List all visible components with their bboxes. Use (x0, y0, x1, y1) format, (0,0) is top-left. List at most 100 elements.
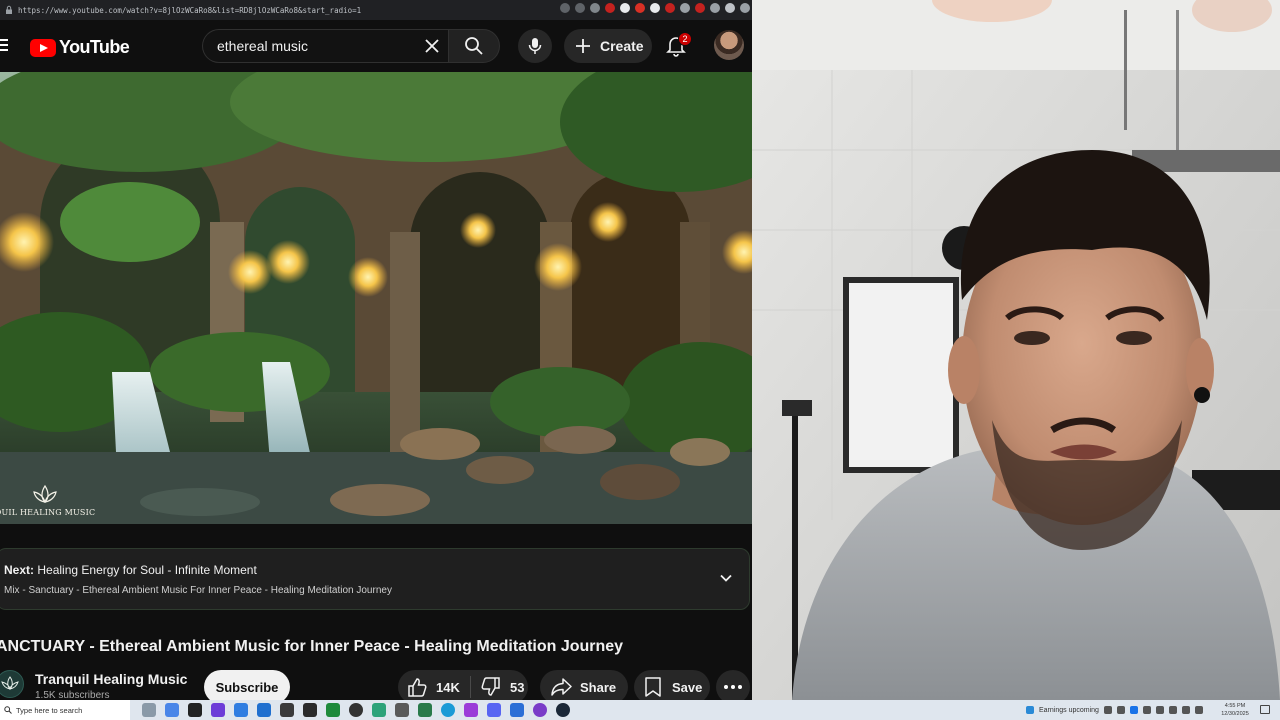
youtube-header: YouTube ethereal music Create 2 (0, 20, 752, 72)
star-icon[interactable] (590, 3, 600, 13)
hamburger-menu-icon[interactable] (0, 39, 8, 51)
youtube-play-icon (30, 38, 56, 57)
chevron-down-icon[interactable] (719, 571, 733, 585)
share-button[interactable]: Share (540, 670, 628, 700)
up-next-label: Next: (4, 563, 35, 577)
app-icon[interactable] (464, 703, 478, 717)
extension-icon[interactable] (710, 3, 720, 13)
clock-date: 12/30/2025 (1221, 711, 1249, 717)
notification-center-icon[interactable] (1260, 705, 1270, 714)
thumbs-up-icon (408, 678, 427, 697)
tray-app-icon[interactable] (1142, 706, 1151, 714)
system-tray: Earnings upcoming (1026, 700, 1203, 720)
divider (470, 676, 471, 698)
bookmark-icon (645, 677, 661, 697)
extension-icon[interactable] (575, 3, 585, 13)
profile-icon[interactable] (725, 3, 735, 13)
extension-icon[interactable] (605, 3, 615, 13)
dot-icon (738, 685, 742, 689)
account-avatar[interactable] (714, 30, 744, 60)
search-input[interactable]: ethereal music (202, 29, 448, 63)
app-icon[interactable] (418, 703, 432, 717)
share-label: Share (580, 679, 617, 695)
tray-app-icon[interactable] (1116, 706, 1125, 714)
tray-app-icon[interactable] (1168, 706, 1177, 714)
search-query[interactable]: ethereal music (217, 38, 308, 54)
volume-icon[interactable] (1194, 706, 1203, 714)
lotus-logo-icon (33, 484, 57, 503)
extension-icon[interactable] (650, 3, 660, 13)
channel-avatar[interactable] (0, 670, 24, 698)
channel-name[interactable]: Tranquil Healing Music (35, 671, 187, 687)
subscribe-button[interactable]: Subscribe (204, 670, 290, 700)
extension-icon[interactable] (635, 3, 645, 13)
video-player[interactable]: QUIL HEALING MUSIC (0, 72, 752, 524)
network-icon[interactable] (1181, 706, 1190, 714)
watermark-text: QUIL HEALING MUSIC (0, 508, 96, 517)
taskbar-search-input[interactable]: Type here to search (0, 700, 130, 720)
up-next-playlist: Mix - Sanctuary - Ethereal Ambient Music… (4, 585, 392, 596)
save-label: Save (672, 679, 703, 695)
app-icon[interactable] (280, 703, 294, 717)
dislike-count: 53 (510, 679, 525, 695)
extension-icon[interactable] (620, 3, 630, 13)
channel-row: Tranquil Healing Music 1.5K subscribers … (0, 668, 752, 700)
logo-text: YouTube (59, 37, 130, 57)
up-next-line: Next: Healing Energy for Soul - Infinite… (4, 563, 257, 577)
voice-search-button[interactable] (518, 29, 552, 63)
extension-icon[interactable] (680, 3, 690, 13)
app-icon[interactable] (533, 703, 547, 717)
chrome-icon[interactable] (349, 703, 363, 717)
taskbar-apps (142, 703, 570, 717)
up-next-title[interactable]: Healing Energy for Soul - Infinite Momen… (37, 563, 256, 577)
notifications-button[interactable]: 2 (664, 32, 692, 59)
video-frame-image (0, 72, 752, 524)
youtube-logo[interactable]: YouTube (30, 37, 130, 58)
menu-icon[interactable] (740, 3, 750, 13)
share-icon (551, 678, 572, 696)
steam-icon[interactable] (556, 703, 570, 717)
app-icon[interactable] (303, 703, 317, 717)
address-bar[interactable]: https://www.youtube.com/watch?v=8jlOzWCa… (0, 0, 752, 20)
search-icon (465, 37, 483, 55)
tray-app-icon[interactable] (1155, 706, 1164, 714)
like-button[interactable]: 14K (406, 676, 460, 698)
search-button[interactable] (448, 29, 500, 63)
tray-news-text[interactable]: Earnings upcoming (1039, 707, 1099, 714)
app-icon[interactable] (372, 703, 386, 717)
app-icon[interactable] (257, 703, 271, 717)
create-label: Create (600, 38, 644, 54)
discord-icon[interactable] (487, 703, 501, 717)
thumbs-down-icon (481, 677, 500, 696)
close-icon[interactable] (424, 38, 440, 54)
bluetooth-icon[interactable] (1129, 706, 1138, 714)
app-icon[interactable] (188, 703, 202, 717)
taskbar: Type here to search Earnings upcoming 4:… (0, 700, 1280, 720)
taskbar-search-placeholder: Type here to search (16, 705, 83, 715)
app-icon[interactable] (165, 703, 179, 717)
extension-icon[interactable] (665, 3, 675, 13)
extension-icon[interactable] (695, 3, 705, 13)
app-icon[interactable] (211, 703, 225, 717)
app-icon[interactable] (326, 703, 340, 717)
app-icon[interactable] (395, 703, 409, 717)
microphone-icon (528, 38, 542, 54)
chevron-up-icon[interactable] (1103, 706, 1112, 714)
task-view-icon[interactable] (142, 703, 156, 717)
extension-bar (560, 3, 750, 13)
webcam-feed (752, 0, 1280, 700)
more-actions-button[interactable] (716, 670, 750, 700)
save-button[interactable]: Save (634, 670, 710, 700)
app-icon[interactable] (510, 703, 524, 717)
create-button[interactable]: Create (564, 29, 652, 63)
edge-icon[interactable] (441, 703, 455, 717)
taskbar-clock[interactable]: 4:55 PM 12/30/2025 (1218, 702, 1252, 718)
url-text[interactable]: https://www.youtube.com/watch?v=8jlOzWCa… (18, 6, 361, 15)
lock-icon (6, 5, 12, 14)
news-icon[interactable] (1026, 706, 1034, 714)
up-next-panel[interactable]: Next: Healing Energy for Soul - Infinite… (0, 548, 750, 610)
extension-icon[interactable] (560, 3, 570, 13)
video-title: ANCTUARY - Ethereal Ambient Music for In… (0, 638, 624, 655)
app-icon[interactable] (234, 703, 248, 717)
dislike-button[interactable]: 53 (480, 676, 524, 698)
